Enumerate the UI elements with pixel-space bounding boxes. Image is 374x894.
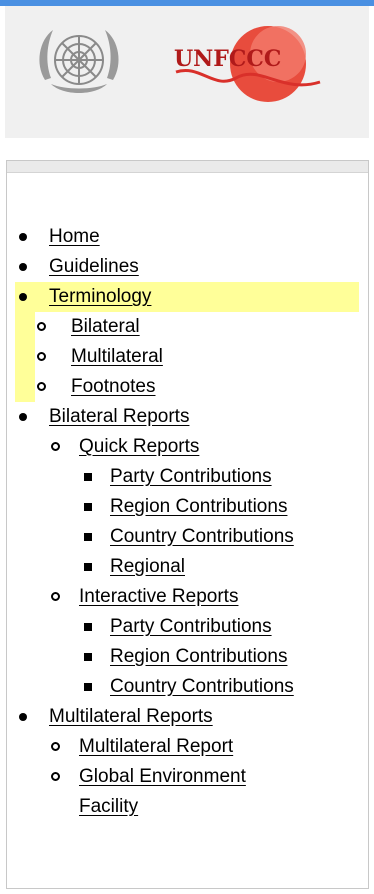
circle-bullet-icon	[51, 742, 60, 751]
unfccc-logo: UNFCCC	[174, 26, 321, 102]
square-bullet-icon	[84, 473, 92, 481]
nav-link-terminology[interactable]: Terminology	[49, 286, 151, 307]
nav-link-global-environment[interactable]: Global Environment	[79, 766, 246, 787]
nav-link-regional[interactable]: Regional	[110, 556, 185, 577]
nav-link-footnotes[interactable]: Footnotes	[71, 376, 156, 397]
active-subsection-highlight	[15, 312, 35, 402]
nav-link-facility[interactable]: Facility	[79, 796, 138, 817]
nav-link-home[interactable]: Home	[49, 226, 100, 247]
nav-link-multilateral[interactable]: Multilateral	[71, 346, 163, 367]
disc-bullet-icon	[19, 293, 27, 301]
nav-subsubitem-country-contributions: Country Contributions	[81, 522, 294, 552]
nav-link-bilateral-reports[interactable]: Bilateral Reports	[49, 406, 189, 427]
circle-bullet-icon	[51, 592, 60, 601]
nav-item-guidelines: Guidelines	[15, 252, 139, 282]
nav-link-bilateral[interactable]: Bilateral	[71, 316, 140, 337]
square-bullet-icon	[84, 653, 92, 661]
nav-link-party-contributions-interactive[interactable]: Party Contributions	[110, 616, 272, 637]
nav-subsubitem-country-contributions-interactive: Country Contributions	[81, 672, 294, 702]
square-bullet-icon	[84, 533, 92, 541]
nav-subitem-quick-reports: Quick Reports	[49, 432, 199, 462]
circle-bullet-icon	[37, 352, 46, 361]
nav-subsubitem-party-contributions: Party Contributions	[81, 462, 272, 492]
circle-bullet-icon	[51, 442, 60, 451]
nav-item-home: Home	[15, 222, 100, 252]
square-bullet-icon	[84, 503, 92, 511]
disc-bullet-icon	[19, 233, 27, 241]
nav-subsubitem-regional: Regional	[81, 552, 185, 582]
square-bullet-icon	[84, 623, 92, 631]
logo-banner: UNFCCC	[5, 6, 369, 138]
nav-subitem-global-environment: Global Environment	[49, 762, 246, 792]
nav-subitem-bilateral: Bilateral	[35, 312, 140, 342]
navigation-panel: Home Guidelines Terminology Bilateral Mu…	[6, 160, 369, 889]
nav-subsubitem-party-contributions-interactive: Party Contributions	[81, 612, 272, 642]
nav-subitem-multilateral-report: Multilateral Report	[49, 732, 233, 762]
nav-link-quick-reports[interactable]: Quick Reports	[79, 436, 199, 457]
un-emblem-icon	[39, 30, 119, 93]
nav-link-multilateral-report[interactable]: Multilateral Report	[79, 736, 233, 757]
disc-bullet-icon	[19, 413, 27, 421]
nav-subsubitem-region-contributions: Region Contributions	[81, 492, 287, 522]
nav-item-bilateral-reports: Bilateral Reports	[15, 402, 189, 432]
square-bullet-icon	[84, 563, 92, 571]
unfccc-text: UNFCCC	[174, 46, 281, 72]
circle-bullet-icon	[37, 322, 46, 331]
nav-link-guidelines[interactable]: Guidelines	[49, 256, 139, 277]
nav-subsubitem-region-contributions-interactive: Region Contributions	[81, 642, 287, 672]
nav-link-region-contributions[interactable]: Region Contributions	[110, 496, 287, 517]
square-bullet-icon	[84, 683, 92, 691]
nav-link-region-contributions-interactive[interactable]: Region Contributions	[110, 646, 287, 667]
nav-link-interactive-reports[interactable]: Interactive Reports	[79, 586, 238, 607]
circle-bullet-icon	[37, 382, 46, 391]
nav-link-multilateral-reports[interactable]: Multilateral Reports	[49, 706, 213, 727]
nav-link-party-contributions[interactable]: Party Contributions	[110, 466, 272, 487]
nav-subitem-multilateral: Multilateral	[35, 342, 163, 372]
disc-bullet-icon	[19, 263, 27, 271]
circle-bullet-icon	[51, 772, 60, 781]
nav-item-terminology: Terminology	[15, 282, 151, 312]
nav-subitem-footnotes: Footnotes	[35, 372, 156, 402]
nav-link-country-contributions[interactable]: Country Contributions	[110, 526, 294, 547]
nav-panel-header	[7, 161, 368, 173]
nav-subitem-facility: Facility	[79, 792, 138, 822]
nav-subitem-interactive-reports: Interactive Reports	[49, 582, 238, 612]
nav-item-multilateral-reports: Multilateral Reports	[15, 702, 213, 732]
nav-link-country-contributions-interactive[interactable]: Country Contributions	[110, 676, 294, 697]
disc-bullet-icon	[19, 713, 27, 721]
